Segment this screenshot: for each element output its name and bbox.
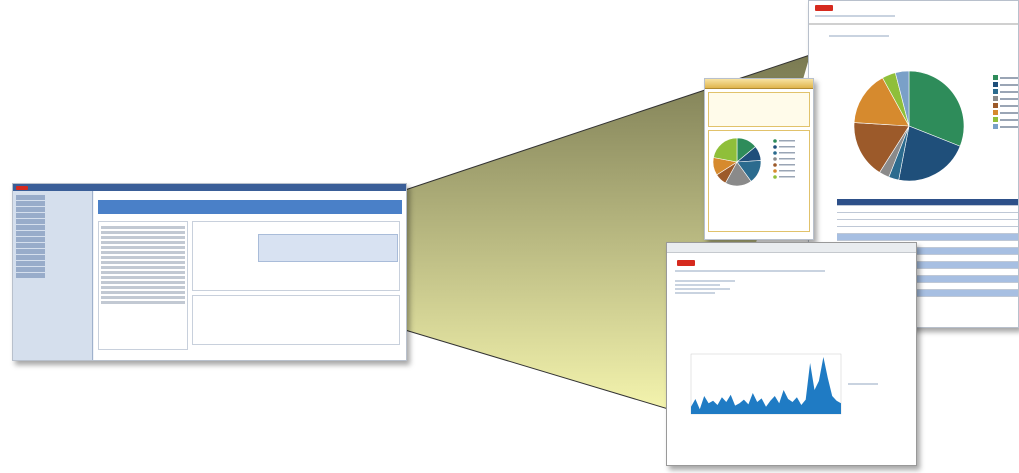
summary-report-chart-box — [708, 130, 810, 232]
console-lower-panel — [192, 295, 400, 345]
summary-report-slice — [713, 137, 738, 163]
summary-report-legend-dot — [773, 145, 777, 149]
pie-report-header — [809, 1, 1018, 25]
volume-report-area-chart — [690, 353, 842, 415]
console-title-bar — [13, 184, 406, 191]
pie-report-legend-entry — [993, 117, 1018, 122]
pie-report-legend — [993, 75, 1018, 131]
summary-report-header — [705, 79, 813, 89]
pie-report-legend-entry — [993, 110, 1018, 115]
volume-report-title-bar — [667, 243, 916, 253]
volume-report-logo — [677, 260, 695, 266]
summary-report-legend-dot — [773, 139, 777, 143]
pie-report-legend-entry — [993, 124, 1018, 129]
console-main-pane — [94, 191, 406, 360]
pie-report-legend-entry — [993, 103, 1018, 108]
console-detail-panel — [192, 221, 400, 291]
pie-report-logo — [815, 5, 833, 11]
summary-report-legend-dot — [773, 169, 777, 173]
console-nav-pane — [13, 191, 93, 360]
console-screenshot — [12, 183, 407, 361]
summary-report-screenshot — [704, 78, 814, 240]
pie-report-legend-entry — [993, 75, 1018, 80]
console-banner — [98, 200, 402, 214]
summary-report-info-box — [708, 92, 810, 127]
pie-report-legend-entry — [993, 96, 1018, 101]
console-selected-row — [258, 234, 398, 262]
pie-report-chart — [853, 70, 965, 182]
volume-report-details — [675, 268, 825, 296]
summary-report-legend-dot — [773, 175, 777, 179]
summary-report-legend-dot — [773, 151, 777, 155]
volume-report-screenshot — [666, 242, 917, 466]
summary-report-legend-dot — [773, 157, 777, 161]
summary-report-legend-dot — [773, 163, 777, 167]
summary-report-pie-chart — [712, 137, 795, 187]
pie-report-legend-entry — [993, 89, 1018, 94]
console-logo — [16, 185, 28, 190]
pie-report-legend-entry — [993, 82, 1018, 87]
console-tree — [98, 221, 188, 350]
volume-area-series — [691, 357, 841, 414]
